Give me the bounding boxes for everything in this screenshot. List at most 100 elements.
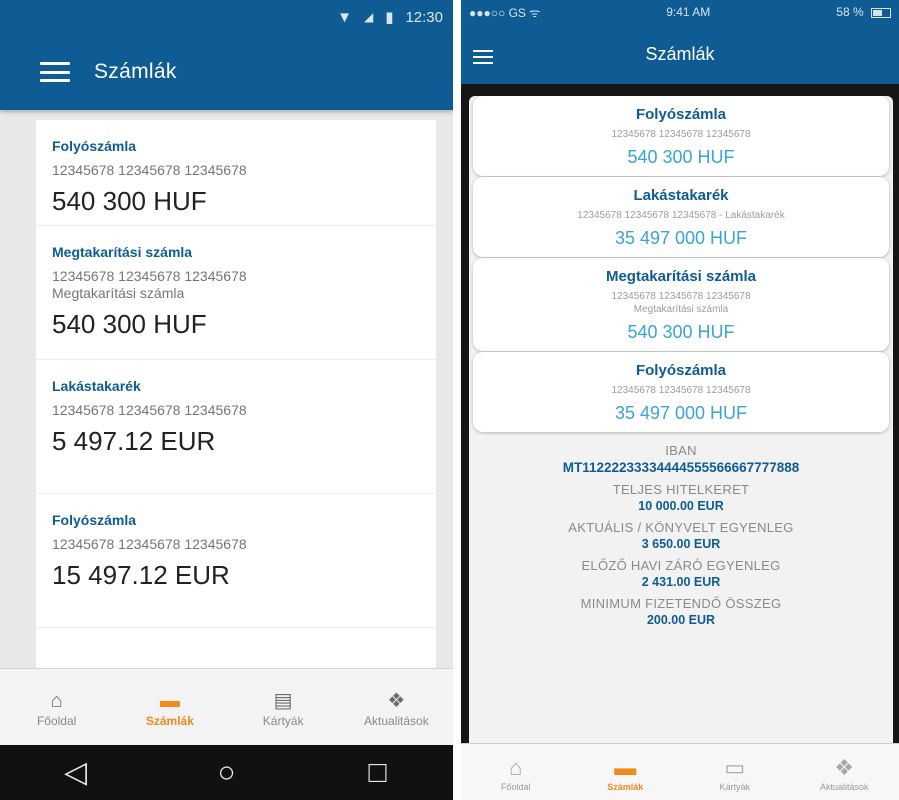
home-circle-icon[interactable]: ○ [197, 756, 257, 790]
status-time: 12:30 [405, 8, 443, 26]
news-icon: ❖ [834, 754, 855, 780]
signal-icon: ◢ [363, 10, 374, 24]
account-card[interactable]: Folyószámla 12345678 12345678 12345678 5… [473, 96, 889, 176]
battery-percent: 58 % [836, 5, 864, 19]
page-title: Számlák [94, 60, 177, 83]
account-amount: 15 497.12 EUR [52, 560, 230, 590]
back-icon[interactable]: ◁ [46, 755, 106, 790]
detail-label: ELŐZŐ HAVI ZÁRÓ EGYENLEG [581, 558, 781, 573]
nav-label: Aktualitások [364, 713, 429, 728]
status-bar: ●●●○○ GS ᯤ 9:41 AM 58 % [461, 0, 899, 24]
status-time: 9:41 AM [666, 5, 711, 19]
app-bar: Számlák [0, 34, 453, 110]
account-list: Folyószámla 12345678 12345678 12345678 5… [469, 96, 893, 743]
account-amount: 5 497.12 EUR [52, 426, 216, 456]
account-amount: 35 497 000 HUF [614, 228, 748, 248]
account-number: 12345678 12345678 12345678 [52, 536, 247, 552]
account-amount: 540 300 HUF [627, 322, 735, 342]
battery-icon: ▮ [385, 9, 394, 26]
tab-cards[interactable]: ▭ Kártyák [690, 754, 780, 792]
tab-label: Főoldal [500, 781, 531, 792]
card-icon: ▭ [724, 754, 746, 780]
account-number: 12345678 12345678 12345678 [52, 402, 247, 418]
detail-value: 200.00 EUR [646, 613, 716, 627]
account-subtitle: Megtakarítási számla [52, 285, 185, 301]
detail-value: MT11222233334444555566667777888 [562, 460, 800, 475]
account-amount: 540 300 HUF [627, 147, 735, 167]
carrier-signal: ●●●○○ GS ᯤ [469, 5, 541, 20]
account-card[interactable]: Megtakarítási számla 12345678 12345678 1… [473, 258, 889, 351]
account-list: Folyószámla 12345678 12345678 12345678 5… [36, 120, 436, 668]
account-number: 12345678 12345678 12345678 [611, 385, 751, 396]
account-item[interactable]: Folyószámla 12345678 12345678 12345678 5… [36, 120, 436, 226]
account-name: Folyószámla [635, 362, 727, 379]
home-icon: ⌂ [50, 689, 63, 712]
home-icon: ⌂ [509, 754, 523, 780]
account-name: Lakástakarék [633, 187, 729, 204]
nav-item-home[interactable]: ⌂ Főoldal [7, 688, 107, 728]
account-number: 12345678 12345678 12345678 [611, 291, 751, 302]
account-name: Megtakarítási számla [52, 244, 193, 260]
detail-iban: IBAN MT11222233334444555566667777888 [469, 443, 893, 475]
nav-item-cards[interactable]: ▤ Kártyák [233, 688, 333, 728]
tab-news[interactable]: ❖ Aktualitások [799, 754, 889, 792]
menu-icon[interactable] [40, 62, 70, 82]
detail-label: IBAN [665, 443, 697, 458]
android-screen: ▼ ◢ ▮ 12:30 Számlák Folyószámla 12345678… [0, 0, 453, 800]
menu-icon[interactable] [473, 50, 493, 64]
account-name: Folyószámla [635, 106, 727, 123]
card-icon: ▤ [273, 689, 293, 712]
nav-item-news[interactable]: ❖ Aktualitások [346, 688, 446, 728]
account-number: 12345678 12345678 12345678 [52, 268, 247, 284]
wallet-icon: ▬ [159, 689, 180, 712]
detail-current-balance: AKTUÁLIS / KÖNYVELT EGYENLEG 3 650.00 EU… [469, 520, 893, 551]
bottom-navigation: ⌂ Főoldal ▬ Számlák ▤ Kártyák ❖ Aktualit… [0, 668, 453, 746]
detail-label: MINIMUM FIZETENDŐ ÖSSZEG [580, 596, 782, 611]
tab-label: Aktualitások [819, 781, 869, 792]
page-title: Számlák [645, 43, 715, 64]
detail-label: AKTUÁLIS / KÖNYVELT EGYENLEG [568, 520, 794, 535]
account-name: Folyószámla [52, 512, 137, 528]
nav-label: Főoldal [36, 713, 77, 728]
detail-previous-closing-balance: ELŐZŐ HAVI ZÁRÓ EGYENLEG 2 431.00 EUR [469, 558, 893, 589]
detail-value: 2 431.00 EUR [641, 575, 721, 589]
account-number: 12345678 12345678 12345678 [611, 129, 751, 140]
detail-credit-limit: TELJES HITELKERET 10 000.00 EUR [469, 482, 893, 513]
battery-icon [871, 7, 891, 18]
account-card[interactable]: Lakástakarék 12345678 12345678 12345678 … [473, 177, 889, 257]
account-amount: 35 497 000 HUF [614, 403, 748, 423]
tab-home[interactable]: ⌂ Főoldal [471, 754, 561, 792]
account-name: Lakástakarék [52, 378, 141, 394]
nav-label: Számlák [145, 713, 194, 728]
detail-label: TELJES HITELKERET [612, 482, 750, 497]
account-item[interactable]: Megtakarítási számla 12345678 12345678 1… [36, 226, 436, 360]
tab-label: Kártyák [719, 781, 750, 792]
account-number: 12345678 12345678 12345678 [52, 162, 247, 178]
account-details: IBAN MT11222233334444555566667777888 TEL… [469, 433, 893, 627]
news-icon: ❖ [387, 689, 406, 712]
account-item[interactable]: Folyószámla 12345678 12345678 12345678 1… [36, 494, 436, 628]
system-navigation: ◁ ○ □ [0, 745, 453, 800]
account-name: Folyószámla [52, 138, 137, 154]
account-card[interactable]: Folyószámla 12345678 12345678 12345678 3… [473, 352, 889, 432]
tab-bar: ⌂ Főoldal ▬ Számlák ▭ Kártyák ❖ Aktualit… [461, 743, 899, 800]
battery-indicator: 58 % [836, 5, 891, 19]
nav-label: Kártyák [262, 713, 304, 728]
account-subtitle: Megtakarítási számla [633, 304, 729, 315]
account-item[interactable]: Lakástakarék 12345678 12345678 12345678 … [36, 360, 436, 494]
detail-value: 10 000.00 EUR [638, 499, 724, 513]
nav-item-accounts[interactable]: ▬ Számlák [120, 688, 220, 728]
detail-value: 3 650.00 EUR [641, 537, 721, 551]
status-bar: ▼ ◢ ▮ 12:30 [0, 0, 453, 34]
account-number: 12345678 12345678 12345678 - Lakástakaré… [577, 210, 785, 221]
account-amount: 540 300 HUF [52, 186, 207, 216]
tab-accounts[interactable]: ▬ Számlák [580, 754, 670, 792]
account-amount: 540 300 HUF [52, 309, 207, 339]
ios-screen: ●●●○○ GS ᯤ 9:41 AM 58 % Számlák Folyószá… [461, 0, 899, 800]
recents-icon[interactable]: □ [348, 756, 408, 790]
tab-label: Számlák [607, 781, 644, 792]
nav-bar: Számlák [461, 24, 899, 84]
detail-minimum-payment: MINIMUM FIZETENDŐ ÖSSZEG 200.00 EUR [469, 596, 893, 627]
account-name: Megtakarítási számla [605, 268, 757, 285]
wallet-icon: ▬ [614, 754, 637, 780]
